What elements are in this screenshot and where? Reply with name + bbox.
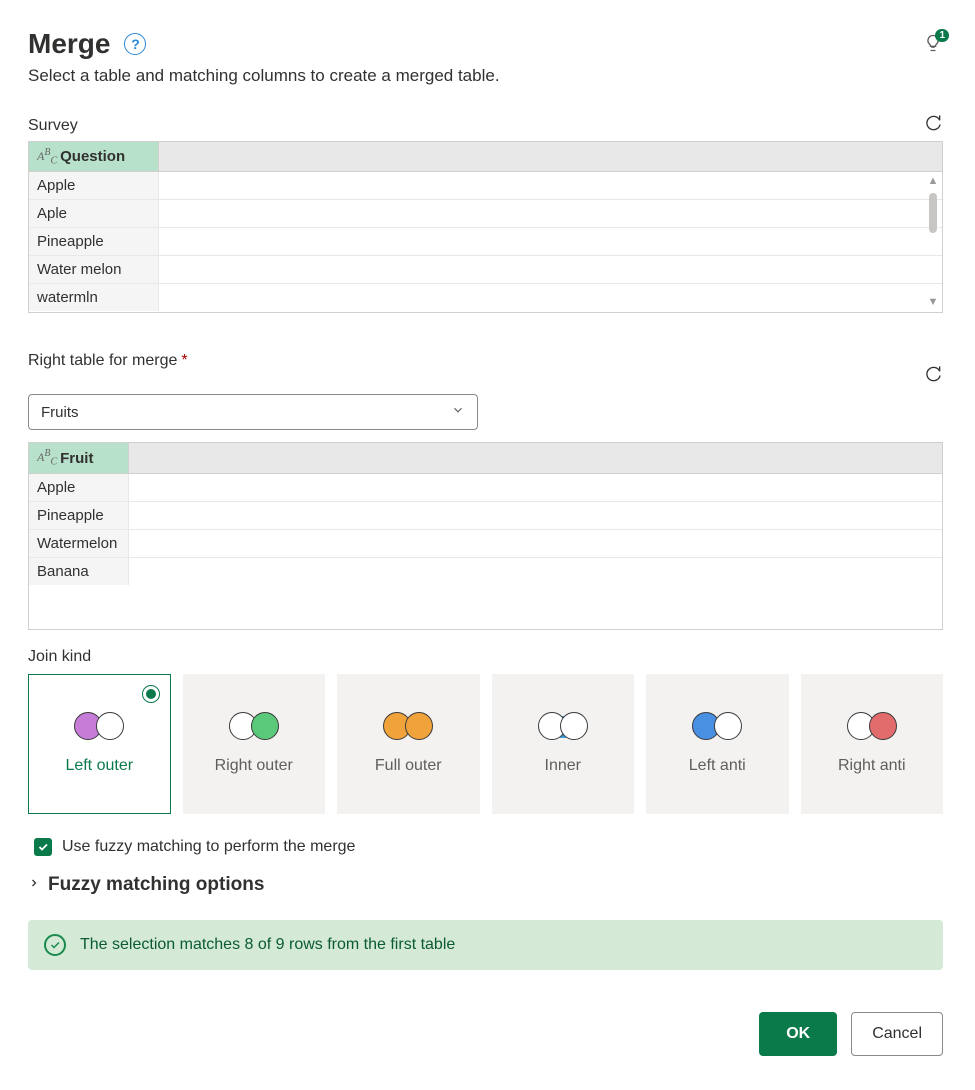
table-row[interactable]: Apple [29, 474, 942, 502]
scroll-up-icon[interactable]: ▲ [928, 176, 939, 187]
join-kind-label: Join kind [28, 648, 943, 666]
table-row[interactable]: Apple [29, 172, 942, 200]
table-row[interactable]: Banana [29, 558, 942, 585]
text-type-icon: ABC [37, 448, 57, 467]
right-column-name: Fruit [60, 450, 93, 467]
cell: watermln [29, 284, 159, 311]
right-table-dropdown[interactable]: Fruits [28, 394, 478, 430]
table-row[interactable]: Aple [29, 200, 942, 228]
refresh-icon [923, 112, 943, 132]
cell-spacer [129, 502, 942, 529]
cell-spacer [159, 284, 942, 311]
fuzzy-options-expander[interactable]: Fuzzy matching options [28, 874, 943, 896]
join-tile-label: Right anti [838, 756, 906, 775]
join-tile-label: Full outer [375, 756, 442, 775]
venn-icon [847, 712, 897, 742]
cell: Pineapple [29, 228, 159, 255]
help-icon[interactable]: ? [124, 33, 146, 55]
venn-icon [692, 712, 742, 742]
cell-spacer [129, 474, 942, 501]
table-row[interactable]: watermln [29, 284, 942, 311]
ideas-button[interactable]: 1 [923, 33, 943, 56]
left-column-header[interactable]: ABC Question [29, 142, 159, 171]
table-row[interactable]: Watermelon [29, 530, 942, 558]
cell-spacer [159, 256, 942, 283]
ideas-badge: 1 [935, 29, 949, 42]
scroll-thumb[interactable] [929, 193, 937, 233]
right-table-selected: Fruits [41, 404, 79, 421]
join-tile-label: Left outer [65, 756, 133, 775]
ok-button[interactable]: OK [759, 1012, 837, 1056]
cell-spacer [159, 172, 942, 199]
match-status-bar: The selection matches 8 of 9 rows from t… [28, 920, 943, 970]
cell: Pineapple [29, 502, 129, 529]
left-column-name: Question [60, 148, 125, 165]
cell: Apple [29, 474, 129, 501]
cell-spacer [159, 200, 942, 227]
chevron-down-icon [451, 403, 465, 421]
grid-header-spacer [159, 142, 942, 171]
refresh-right-button[interactable] [923, 363, 943, 386]
right-table-grid[interactable]: ABC Fruit ApplePineappleWatermelonBanana [28, 442, 943, 629]
fuzzy-options-label: Fuzzy matching options [48, 874, 264, 896]
left-table-name: Survey [28, 117, 78, 135]
cell: Apple [29, 172, 159, 199]
refresh-icon [923, 363, 943, 383]
success-icon [44, 934, 66, 956]
cell: Banana [29, 558, 129, 585]
join-tile-right-anti[interactable]: Right anti [801, 674, 944, 814]
table-row[interactable]: Pineapple [29, 502, 942, 530]
cell-spacer [129, 530, 942, 557]
required-indicator: * [181, 352, 187, 370]
right-column-header[interactable]: ABC Fruit [29, 443, 129, 472]
match-status-text: The selection matches 8 of 9 rows from t… [80, 936, 455, 954]
fuzzy-checkbox-label: Use fuzzy matching to perform the merge [62, 838, 355, 856]
cell: Aple [29, 200, 159, 227]
grid-header-spacer [129, 443, 942, 472]
cell-spacer [129, 558, 942, 585]
join-tile-label: Inner [545, 756, 581, 775]
venn-icon [538, 712, 588, 742]
scroll-down-icon[interactable]: ▼ [928, 297, 939, 308]
venn-icon [383, 712, 433, 742]
venn-icon [74, 712, 124, 742]
scrollbar[interactable]: ▲ ▼ [926, 176, 940, 308]
chevron-right-icon [28, 876, 40, 893]
join-tile-left-anti[interactable]: Left anti [646, 674, 789, 814]
left-table-grid[interactable]: ABC Question ▲ ▼ AppleAplePineappleWater… [28, 141, 943, 313]
text-type-icon: ABC [37, 147, 57, 166]
refresh-left-button[interactable] [923, 112, 943, 135]
cell: Water melon [29, 256, 159, 283]
join-tile-right-outer[interactable]: Right outer [183, 674, 326, 814]
dialog-title: Merge [28, 28, 110, 60]
join-tile-left-outer[interactable]: Left outer [28, 674, 171, 814]
join-tile-label: Right outer [215, 756, 293, 775]
selected-radio-icon [142, 685, 160, 703]
dialog-subtitle: Select a table and matching columns to c… [28, 66, 943, 86]
join-tile-full-outer[interactable]: Full outer [337, 674, 480, 814]
cell: Watermelon [29, 530, 129, 557]
right-table-label: Right table for merge [28, 352, 177, 370]
fuzzy-checkbox[interactable] [34, 838, 52, 856]
checkmark-icon [37, 841, 49, 853]
venn-icon [229, 712, 279, 742]
table-row[interactable]: Water melon [29, 256, 942, 284]
cancel-button[interactable]: Cancel [851, 1012, 943, 1056]
join-tile-inner[interactable]: Inner [492, 674, 635, 814]
join-tile-label: Left anti [689, 756, 746, 775]
cell-spacer [159, 228, 942, 255]
table-row[interactable]: Pineapple [29, 228, 942, 256]
